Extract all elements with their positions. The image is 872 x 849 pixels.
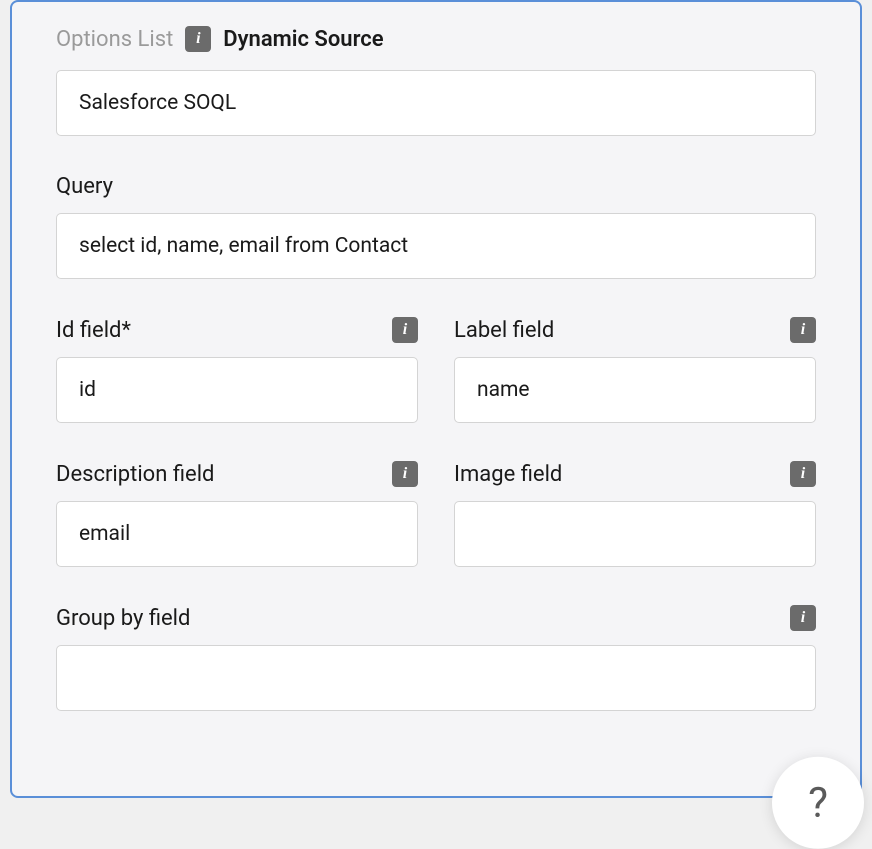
image-field-input[interactable] [454, 501, 816, 567]
label-field-label: Label field [454, 318, 554, 343]
options-list-label: Options List [56, 27, 173, 52]
source-field-group [56, 70, 816, 136]
description-field-group: Description field i [56, 461, 418, 567]
help-button[interactable]: ? [772, 757, 864, 849]
label-field-input[interactable] [454, 357, 816, 423]
info-icon[interactable]: i [790, 461, 816, 487]
source-input[interactable] [56, 70, 816, 136]
id-label-row: Id field* i Label field i [56, 317, 816, 423]
info-icon[interactable]: i [790, 317, 816, 343]
id-field-group: Id field* i [56, 317, 418, 423]
question-mark-icon: ? [808, 778, 828, 827]
info-icon[interactable]: i [790, 605, 816, 631]
image-field-label: Image field [454, 462, 562, 487]
label-field-group: Label field i [454, 317, 816, 423]
id-field-label: Id field* [56, 318, 131, 343]
query-input[interactable] [56, 213, 816, 279]
group-by-field-label: Group by field [56, 606, 190, 631]
dynamic-source-label: Dynamic Source [223, 27, 383, 52]
options-list-header: Options List i Dynamic Source [56, 26, 816, 52]
group-by-field-group: Group by field i [56, 605, 816, 711]
options-config-panel: Options List i Dynamic Source Query Id f… [10, 0, 862, 798]
info-icon[interactable]: i [392, 461, 418, 487]
desc-image-row: Description field i Image field i [56, 461, 816, 567]
group-by-field-input[interactable] [56, 645, 816, 711]
id-field-input[interactable] [56, 357, 418, 423]
info-icon[interactable]: i [185, 26, 211, 52]
image-field-group: Image field i [454, 461, 816, 567]
description-field-input[interactable] [56, 501, 418, 567]
info-icon[interactable]: i [392, 317, 418, 343]
description-field-label: Description field [56, 462, 214, 487]
query-label: Query [56, 174, 816, 199]
query-field-group: Query [56, 174, 816, 279]
